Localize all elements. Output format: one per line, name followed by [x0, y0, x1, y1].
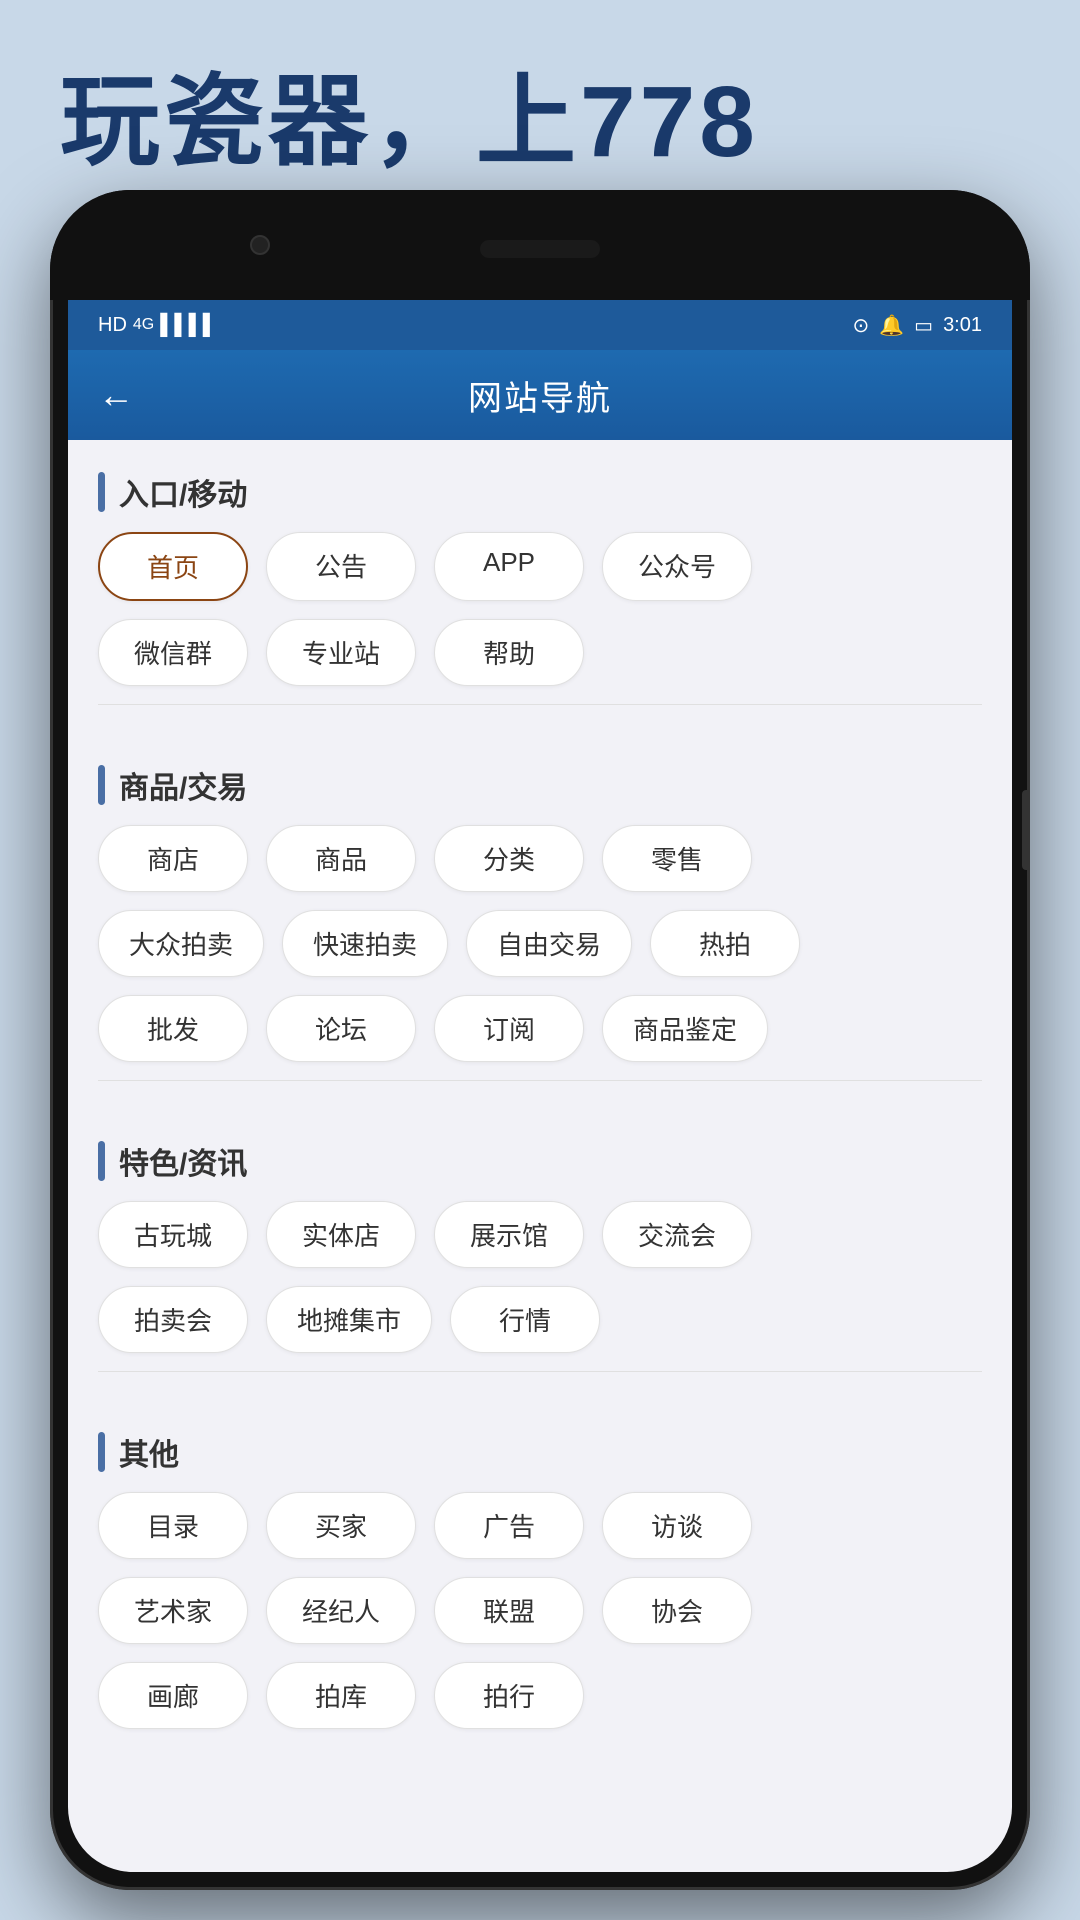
tag-论坛[interactable]: 论坛: [266, 995, 416, 1062]
section-bar-featured: [98, 1141, 105, 1181]
section-goods: 商品/交易商店商品分类零售大众拍卖快速拍卖自由交易热拍批发论坛订阅商品鉴定: [68, 733, 1012, 1109]
section-divider: [98, 704, 982, 705]
volume-button: [1022, 790, 1030, 870]
tag-批发[interactable]: 批发: [98, 995, 248, 1062]
section-bar-other: [98, 1432, 105, 1472]
tag-row-goods-1: 大众拍卖快速拍卖自由交易热拍: [98, 910, 982, 977]
content-area: 入口/移动首页公告APP公众号微信群专业站帮助商品/交易商店商品分类零售大众拍卖…: [68, 440, 1012, 1872]
tag-联盟[interactable]: 联盟: [434, 1577, 584, 1644]
tag-APP[interactable]: APP: [434, 532, 584, 601]
section-header-featured: 特色/资讯: [98, 1129, 982, 1183]
tag-row-other-0: 目录买家广告访谈: [98, 1492, 982, 1559]
status-right: ⊙ 🔔 ▭ 3:01: [852, 313, 982, 338]
tag-分类[interactable]: 分类: [434, 825, 584, 892]
tag-公告[interactable]: 公告: [266, 532, 416, 601]
tag-经纪人[interactable]: 经纪人: [266, 1577, 416, 1644]
tag-商品[interactable]: 商品: [266, 825, 416, 892]
tag-自由交易[interactable]: 自由交易: [466, 910, 632, 977]
section-featured: 特色/资讯古玩城实体店展示馆交流会拍卖会地摊集市行情: [68, 1109, 1012, 1400]
back-button[interactable]: ←: [98, 374, 134, 416]
tag-row-goods-2: 批发论坛订阅商品鉴定: [98, 995, 982, 1062]
tag-地摊集市[interactable]: 地摊集市: [266, 1286, 432, 1353]
tag-拍卖会[interactable]: 拍卖会: [98, 1286, 248, 1353]
speaker: [480, 240, 600, 258]
tag-row-goods-0: 商店商品分类零售: [98, 825, 982, 892]
phone-frame: HD 4G ▌▌▌▌ ⊙ 🔔 ▭ 3:01 ← 网站导航 入口/移动首页公告 AP…: [50, 190, 1030, 1890]
section-bar-goods: [98, 765, 105, 805]
tag-row-other-2: 画廊拍库拍行: [98, 1662, 982, 1729]
tag-row-entrance-0: 首页公告 APP 公众号: [98, 532, 982, 601]
tag-row-other-1: 艺术家经纪人联盟协会: [98, 1577, 982, 1644]
section-entrance: 入口/移动首页公告 APP 公众号微信群专业站帮助: [68, 440, 1012, 733]
page-title: 网站导航: [468, 371, 612, 420]
section-divider: [98, 1080, 982, 1081]
eye-icon: ⊙: [852, 313, 869, 338]
tag-row-entrance-1: 微信群专业站帮助: [98, 619, 982, 686]
status-left: HD 4G ▌▌▌▌: [98, 314, 217, 337]
tag-拍库[interactable]: 拍库: [266, 1662, 416, 1729]
camera: [250, 235, 270, 255]
tag-实体店[interactable]: 实体店: [266, 1201, 416, 1268]
tag-订阅[interactable]: 订阅: [434, 995, 584, 1062]
section-header-other: 其他: [98, 1420, 982, 1474]
tag-快速拍卖[interactable]: 快速拍卖: [282, 910, 448, 977]
section-title-other: 其他: [119, 1430, 179, 1474]
tag-协会[interactable]: 协会: [602, 1577, 752, 1644]
phone-top-bar: [50, 190, 1030, 300]
tag-交流会[interactable]: 交流会: [602, 1201, 752, 1268]
section-other: 其他目录买家广告访谈艺术家经纪人联盟协会画廊拍库拍行: [68, 1400, 1012, 1757]
app-header: ← 网站导航: [68, 350, 1012, 440]
network-indicator: HD: [98, 314, 127, 337]
tag-广告[interactable]: 广告: [434, 1492, 584, 1559]
section-divider: [98, 1371, 982, 1372]
tag-展示馆[interactable]: 展示馆: [434, 1201, 584, 1268]
time-display: 3:01: [943, 314, 982, 337]
tag-热拍[interactable]: 热拍: [650, 910, 800, 977]
tag-公众号[interactable]: 公众号: [602, 532, 752, 601]
tag-商店[interactable]: 商店: [98, 825, 248, 892]
section-bar-entrance: [98, 472, 105, 512]
bell-icon: 🔔: [879, 313, 904, 338]
tag-row-featured-0: 古玩城实体店展示馆交流会: [98, 1201, 982, 1268]
section-header-entrance: 入口/移动: [98, 460, 982, 514]
section-header-goods: 商品/交易: [98, 753, 982, 807]
status-bar: HD 4G ▌▌▌▌ ⊙ 🔔 ▭ 3:01: [68, 300, 1012, 350]
tag-row-featured-1: 拍卖会地摊集市行情: [98, 1286, 982, 1353]
tag-行情[interactable]: 行情: [450, 1286, 600, 1353]
tag-零售[interactable]: 零售: [602, 825, 752, 892]
tag-访谈[interactable]: 访谈: [602, 1492, 752, 1559]
tag-微信群[interactable]: 微信群: [98, 619, 248, 686]
section-title-goods: 商品/交易: [119, 763, 247, 807]
tag-古玩城[interactable]: 古玩城: [98, 1201, 248, 1268]
tag-专业站[interactable]: 专业站: [266, 619, 416, 686]
tag-拍行[interactable]: 拍行: [434, 1662, 584, 1729]
tag-首页[interactable]: 首页: [98, 532, 248, 601]
tag-买家[interactable]: 买家: [266, 1492, 416, 1559]
tagline: 玩瓷器，上778: [60, 40, 759, 185]
signal-bars: ▌▌▌▌: [160, 314, 217, 337]
tag-商品鉴定[interactable]: 商品鉴定: [602, 995, 768, 1062]
tag-目录[interactable]: 目录: [98, 1492, 248, 1559]
battery-icon: ▭: [914, 313, 933, 338]
section-title-entrance: 入口/移动: [119, 470, 247, 514]
section-title-featured: 特色/资讯: [119, 1139, 247, 1183]
signal-4g: 4G: [133, 316, 154, 334]
tag-帮助[interactable]: 帮助: [434, 619, 584, 686]
tag-艺术家[interactable]: 艺术家: [98, 1577, 248, 1644]
tag-大众拍卖[interactable]: 大众拍卖: [98, 910, 264, 977]
tag-画廊[interactable]: 画廊: [98, 1662, 248, 1729]
